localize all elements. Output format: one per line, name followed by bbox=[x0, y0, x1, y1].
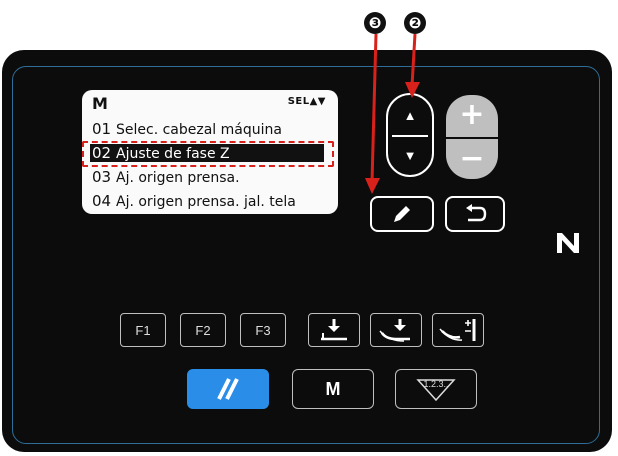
callout-arrows bbox=[365, 33, 420, 194]
